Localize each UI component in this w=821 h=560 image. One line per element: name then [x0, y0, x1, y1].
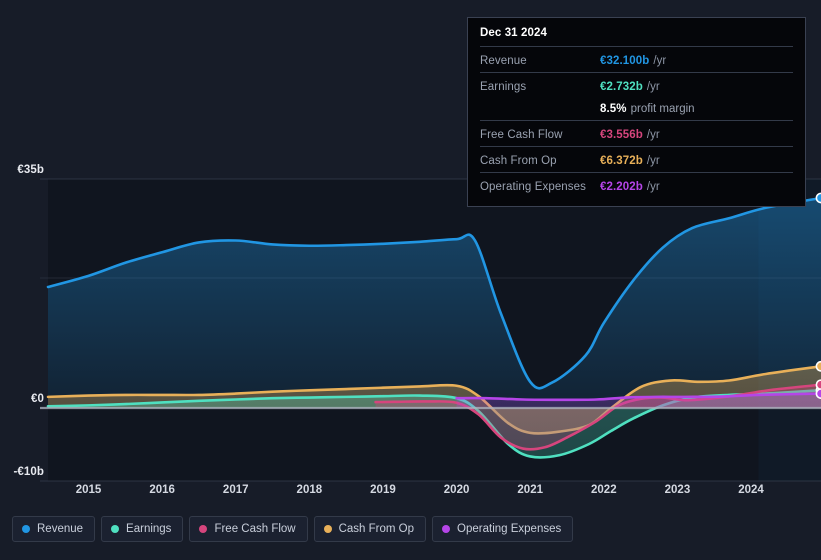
- tooltip-metric-name: Revenue: [480, 55, 527, 67]
- tooltip-profit-margin-label: profit margin: [630, 103, 695, 115]
- tooltip-metric-unit: /yr: [646, 129, 660, 141]
- tooltip-metric-value: 8.5%: [600, 103, 627, 115]
- series-endpoint-marker[interactable]: [815, 192, 821, 204]
- legend-color-dot-icon: [323, 525, 332, 533]
- legend-color-dot-icon: [442, 525, 451, 533]
- tooltip-metric-unit: /yr: [646, 81, 660, 93]
- legend-item-free-cash-flow[interactable]: Free Cash Flow: [189, 516, 308, 542]
- legend-label: Earnings: [126, 523, 172, 535]
- legend-label: Revenue: [37, 523, 84, 535]
- legend-label: Operating Expenses: [457, 523, 562, 535]
- tooltip-metric-unit: /yr: [653, 55, 667, 67]
- series-endpoint-marker[interactable]: [815, 388, 821, 399]
- legend-item-cash-from-op[interactable]: Cash From Op: [313, 516, 427, 542]
- tooltip-metric-value: €6.372b: [600, 155, 643, 167]
- tooltip-metric-value-box: €6.372b/yr: [600, 151, 660, 169]
- x-axis-tick-label: 2020: [443, 484, 470, 496]
- legend-item-earnings[interactable]: Earnings: [101, 516, 184, 542]
- legend-color-dot-icon: [22, 525, 30, 533]
- x-axis-tick-label: 2024: [738, 484, 764, 496]
- x-axis-tick-label: 2018: [296, 484, 323, 496]
- financial-chart-page: €35b €0 -€10b 2015 2016 2017 2018 2019 2020 2021…: [0, 0, 821, 560]
- tooltip-metric-value-box: €2.202b/yr: [600, 177, 660, 195]
- tooltip-metric-unit: /yr: [646, 155, 660, 167]
- y-axis-tick-label: €35b: [17, 164, 44, 176]
- series-endpoint-marker[interactable]: [815, 360, 821, 372]
- tooltip-metric-value-box: €2.732b/yr: [600, 77, 660, 95]
- legend-label: Free Cash Flow: [214, 523, 296, 535]
- tooltip-date: Dec 31 2024: [480, 27, 547, 39]
- x-axis-tick-label: 2017: [222, 484, 249, 496]
- tooltip-metric-value: €2.202b: [600, 181, 643, 193]
- legend-item-operating-expenses[interactable]: Operating Expenses: [432, 516, 574, 542]
- x-axis-tick-label: 2019: [370, 484, 396, 496]
- x-axis-tick-label: 2023: [664, 484, 691, 496]
- y-axis-tick-label: €0: [31, 393, 44, 405]
- tooltip-metric-name: Cash From Op: [480, 155, 557, 167]
- tooltip-row: Revenue €32.100b/yr: [480, 46, 793, 72]
- tooltip-row: Cash From Op €6.372b/yr: [480, 146, 793, 172]
- y-axis-tick-label: -€10b: [13, 466, 44, 478]
- tooltip-row: 8.5% profit margin: [480, 98, 793, 120]
- x-axis-tick-label: 2021: [517, 484, 543, 496]
- tooltip-metric-value-box: €3.556b/yr: [600, 125, 660, 143]
- x-axis-tick-label: 2016: [149, 484, 175, 496]
- x-axis-tick-label: 2022: [591, 484, 617, 496]
- legend-color-dot-icon: [199, 525, 208, 533]
- tooltip-metric-value: €3.556b: [600, 129, 643, 141]
- tooltip-metric-name: Operating Expenses: [480, 181, 587, 193]
- tooltip-metric-name: Earnings: [480, 81, 527, 93]
- tooltip-metric-value-box: 8.5% profit margin: [600, 99, 695, 117]
- tooltip-metric-value: €32.100b: [600, 55, 650, 67]
- tooltip-rows: Revenue €32.100b/yr Earnings €2.732b/yr 8.5%…: [480, 46, 793, 198]
- tooltip-metric-value: €2.732b: [600, 81, 643, 93]
- tooltip-row: Operating Expenses €2.202b/yr: [480, 172, 793, 198]
- x-axis-tick-label: 2015: [75, 484, 102, 496]
- tooltip-row: Free Cash Flow €3.556b/yr: [480, 120, 793, 146]
- legend-label: Cash From Op: [338, 523, 415, 535]
- chart-legend[interactable]: Revenue Earnings Free Cash Flow Cash From O…: [12, 516, 574, 542]
- tooltip-metric-value-box: €32.100b/yr: [600, 51, 666, 69]
- legend-color-dot-icon: [111, 525, 120, 533]
- tooltip-metric-unit: /yr: [646, 181, 660, 193]
- tooltip-metric-name: Free Cash Flow: [480, 129, 563, 141]
- legend-item-revenue[interactable]: Revenue: [12, 516, 96, 542]
- data-tooltip: Dec 31 2024 Revenue €32.100b/yr Earnings €2…: [467, 17, 806, 207]
- tooltip-row: Earnings €2.732b/yr: [480, 72, 793, 98]
- series-endpoint-marker[interactable]: [815, 379, 821, 391]
